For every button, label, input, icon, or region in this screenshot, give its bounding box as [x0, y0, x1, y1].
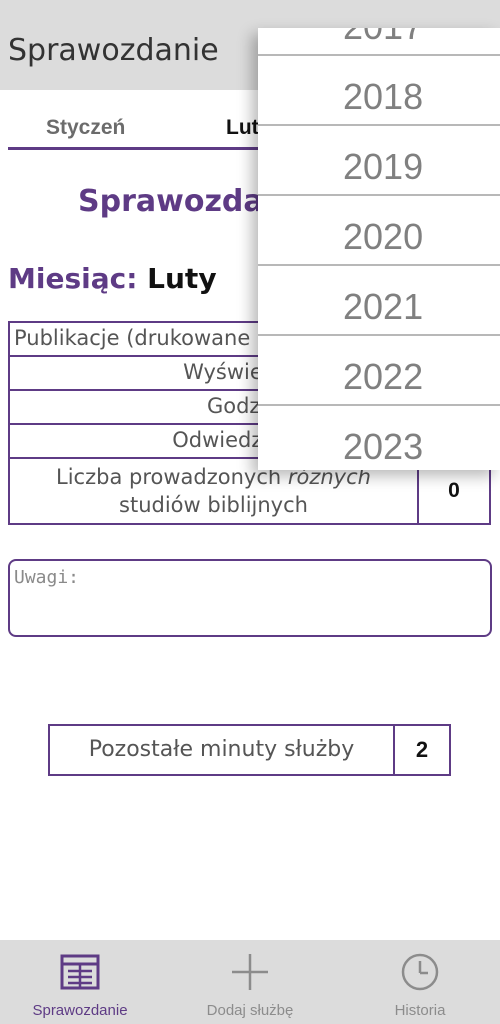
bottom-navigation: Sprawozdanie Dodaj służbę Historia [0, 940, 500, 1024]
year-option[interactable]: 2023 [258, 406, 500, 470]
year-option[interactable]: 2020 [258, 196, 500, 266]
year-option-label: 2023 [343, 426, 424, 467]
app-title: Sprawozdanie [8, 33, 219, 68]
month-row: Miesiąc: Luty [8, 262, 217, 295]
report-icon [60, 952, 100, 997]
year-option[interactable]: 2017 [258, 28, 500, 56]
year-option-label: 2020 [343, 216, 424, 257]
nav-history-label: Historia [394, 1002, 446, 1019]
tab-january[interactable]: Styczeń [46, 116, 125, 140]
year-option[interactable]: 2021 [258, 266, 500, 336]
year-dropdown-menu: 2017 2018 2019 2020 2021 2022 2023 [258, 28, 500, 470]
year-option[interactable]: 2022 [258, 336, 500, 406]
tab-february[interactable]: Lut [226, 116, 259, 140]
year-option-label: 2021 [343, 286, 424, 327]
month-value: Luty [147, 262, 217, 295]
year-option-label: 2019 [343, 146, 424, 187]
nav-add-service[interactable]: Dodaj służbę [170, 940, 330, 1024]
bible-studies-suffix: studiów biblijnych [119, 493, 308, 517]
remaining-minutes-value: 2 [393, 726, 449, 774]
nav-add-service-label: Dodaj służbę [206, 1002, 294, 1019]
nav-report[interactable]: Sprawozdanie [0, 940, 160, 1024]
notes-placeholder: Uwagi: [14, 567, 80, 588]
report-heading: Sprawozdan [78, 184, 285, 219]
month-label: Miesiąc: [8, 262, 138, 295]
notes-field[interactable]: Uwagi: [8, 559, 492, 637]
remaining-minutes-label: Pozostałe minuty służby [88, 737, 355, 762]
nav-history[interactable]: Historia [340, 940, 500, 1024]
remaining-minutes[interactable]: Pozostałe minuty służby 2 [48, 724, 451, 776]
plus-icon [230, 952, 270, 997]
year-option[interactable]: 2018 [258, 56, 500, 126]
bible-studies-prefix: Liczba prowadzonych [56, 465, 288, 489]
year-option-label: 2017 [343, 28, 423, 48]
year-option-label: 2022 [343, 356, 424, 397]
year-option-label: 2018 [343, 76, 424, 117]
year-option[interactable]: 2019 [258, 126, 500, 196]
nav-report-label: Sprawozdanie [32, 1002, 128, 1019]
clock-icon [400, 952, 440, 997]
